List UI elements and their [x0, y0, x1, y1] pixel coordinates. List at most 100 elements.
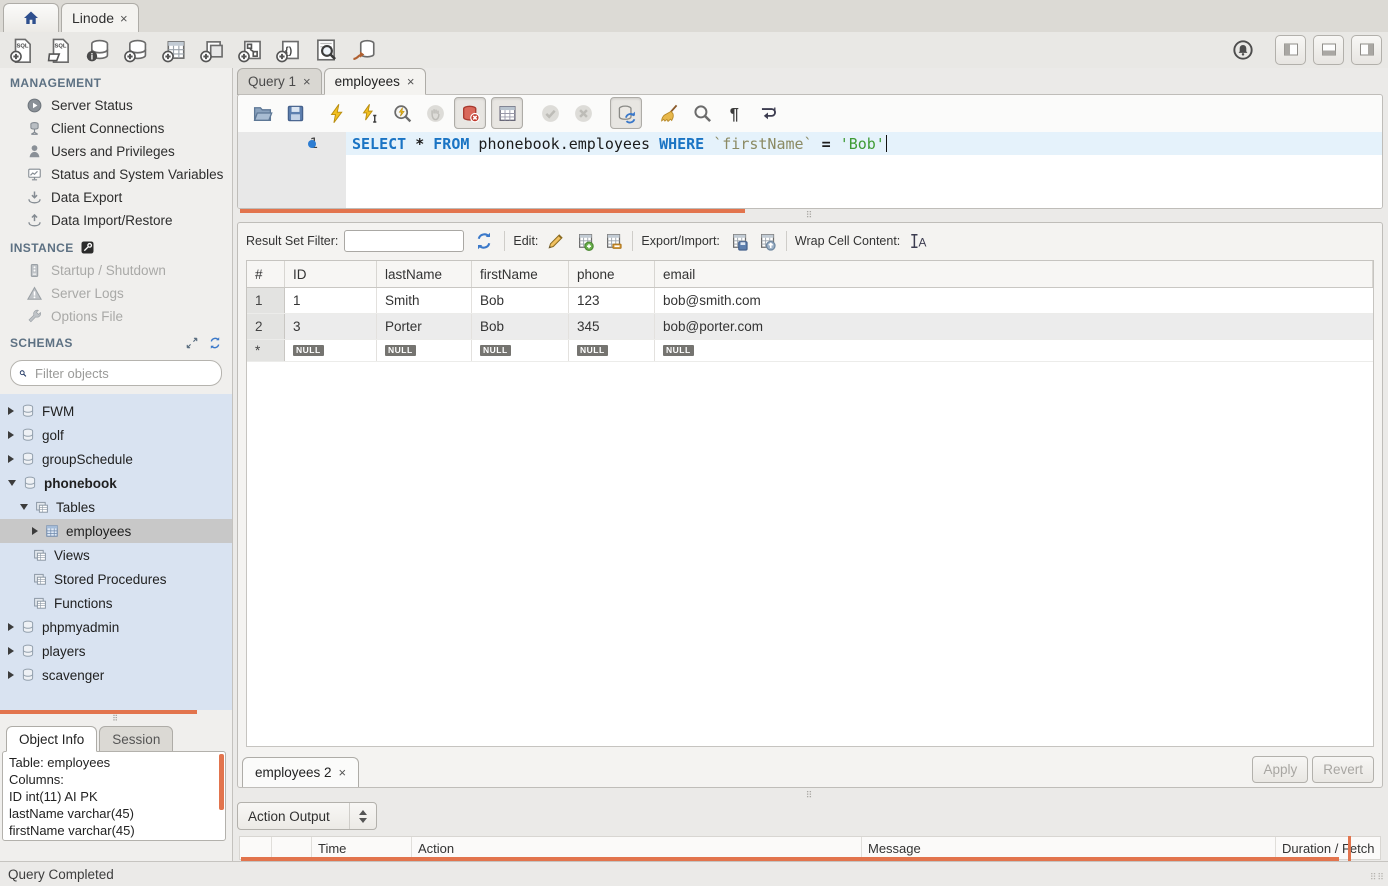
close-icon[interactable]: ×: [120, 11, 128, 26]
output-column-duration-fetch[interactable]: Duration / Fetch: [1276, 837, 1380, 859]
column-header-email[interactable]: email: [655, 261, 1373, 287]
tab-session[interactable]: Session: [99, 726, 173, 752]
new-row-placeholder[interactable]: *NULLNULLNULLNULLNULL: [247, 340, 1373, 362]
table-row[interactable]: 11SmithBob123bob@smith.com: [247, 288, 1373, 314]
tree-item-tables[interactable]: Tables: [0, 495, 232, 519]
sidebar-item-server-logs[interactable]: Server Logs: [0, 282, 232, 305]
bolt-cursor-button[interactable]: [355, 99, 383, 127]
connection-tab-linode[interactable]: Linode ×: [61, 3, 139, 32]
folder-open-button[interactable]: [248, 99, 276, 127]
bolt-button[interactable]: [322, 99, 350, 127]
table-plus-button[interactable]: [160, 37, 187, 64]
chevron-right-icon[interactable]: [8, 431, 14, 439]
tree-item-functions[interactable]: Functions: [0, 591, 232, 615]
tab-object-info[interactable]: Object Info: [6, 726, 97, 752]
column-header-lastname[interactable]: lastName: [377, 261, 472, 287]
output-column-action[interactable]: Action: [412, 837, 862, 859]
chevron-right-icon[interactable]: [8, 455, 14, 463]
grid-cell[interactable]: Bob: [472, 288, 569, 313]
grid-cell[interactable]: NULL: [285, 340, 377, 361]
column-header-phone[interactable]: phone: [569, 261, 655, 287]
apply-button[interactable]: Apply: [1252, 756, 1308, 783]
column-header-firstname[interactable]: firstName: [472, 261, 569, 287]
sidebar-item-client-connections[interactable]: Client Connections: [0, 117, 232, 140]
edit-record-button[interactable]: [544, 229, 568, 253]
expand-arrows-icon[interactable]: [185, 336, 199, 350]
table-row[interactable]: 23PorterBob345bob@porter.com: [247, 314, 1373, 340]
db-plus-button[interactable]: [122, 37, 149, 64]
sidebar-item-data-export[interactable]: Data Export: [0, 186, 232, 209]
sidebar-item-users-and-privileges[interactable]: Users and Privileges: [0, 140, 232, 163]
db-info-button[interactable]: i: [84, 37, 111, 64]
panel-left-toggle-button[interactable]: [1275, 35, 1306, 65]
result-set-tab[interactable]: employees 2 ×: [242, 757, 359, 787]
tree-item-golf[interactable]: golf: [0, 423, 232, 447]
sidebar-item-startup-shutdown[interactable]: Startup / Shutdown: [0, 259, 232, 282]
result-filter-input[interactable]: [344, 230, 464, 252]
sidebar-item-server-status[interactable]: Server Status: [0, 94, 232, 117]
tree-item-stored-procedures[interactable]: Stored Procedures: [0, 567, 232, 591]
add-row-button[interactable]: [572, 229, 596, 253]
function-plus-button[interactable]: {): [274, 37, 301, 64]
export-recordset-button[interactable]: [726, 229, 750, 253]
output-column-time[interactable]: Time: [312, 837, 412, 859]
object-info-scrollbar[interactable]: [219, 754, 224, 810]
open-sql-doc-button[interactable]: SQL: [46, 37, 73, 64]
grid-cell[interactable]: NULL: [655, 340, 1373, 361]
db-stop-button[interactable]: [454, 97, 486, 129]
grid-cell[interactable]: Porter: [377, 314, 472, 339]
wrap-arrow-button[interactable]: [754, 99, 782, 127]
refresh-results-button[interactable]: [472, 229, 496, 253]
grid-cell[interactable]: NULL: [472, 340, 569, 361]
grid-cell[interactable]: NULL: [377, 340, 472, 361]
chevron-down-icon[interactable]: [20, 504, 28, 510]
chevron-right-icon[interactable]: [8, 647, 14, 655]
query-tab-query-1[interactable]: Query 1×: [237, 68, 322, 95]
notifications-bell-icon[interactable]: [1232, 39, 1254, 61]
magnifier-bolt-button[interactable]: [388, 99, 416, 127]
new-sql-doc-button[interactable]: SQL: [8, 37, 35, 64]
stepper-icon[interactable]: [349, 803, 376, 829]
chevron-right-icon[interactable]: [8, 407, 14, 415]
procedure-plus-button[interactable]: [236, 37, 263, 64]
sql-statement[interactable]: SELECT * FROM phonebook.employees WHERE …: [352, 132, 887, 155]
db-reconnect-button[interactable]: [350, 37, 377, 64]
sidebar-item-data-import-restore[interactable]: Data Import/Restore: [0, 209, 232, 232]
grid-cell[interactable]: Bob: [472, 314, 569, 339]
close-icon[interactable]: ×: [407, 74, 415, 89]
limit-grid-button[interactable]: [491, 97, 523, 129]
output-column-blank-1[interactable]: [272, 837, 312, 859]
panel-bottom-toggle-button[interactable]: [1313, 35, 1344, 65]
pilcrow-button[interactable]: ¶: [721, 99, 749, 127]
grid-cell[interactable]: 1: [285, 288, 377, 313]
tree-item-views[interactable]: Views: [0, 543, 232, 567]
output-column-blank-0[interactable]: [240, 837, 272, 859]
view-plus-button[interactable]: [198, 37, 225, 64]
column-header-id[interactable]: ID: [285, 261, 377, 287]
chevron-right-icon[interactable]: [32, 527, 38, 535]
resize-grip[interactable]: ⠿⠿: [1370, 872, 1385, 883]
query-tab-employees[interactable]: employees×: [324, 68, 426, 95]
grid-cell[interactable]: NULL: [569, 340, 655, 361]
tree-item-scavenger[interactable]: scavenger: [0, 663, 232, 687]
magnifier-button[interactable]: [688, 99, 716, 127]
refresh-schemas-icon[interactable]: [208, 336, 222, 350]
output-selector[interactable]: Action Output: [237, 802, 377, 830]
grid-cell[interactable]: Smith: [377, 288, 472, 313]
column-header-rownum[interactable]: #: [247, 261, 285, 287]
tree-item-fwm[interactable]: FWM: [0, 399, 232, 423]
home-tab[interactable]: [3, 3, 59, 32]
sidebar-splitter[interactable]: ⠿: [0, 714, 232, 722]
grid-cell[interactable]: 123: [569, 288, 655, 313]
sidebar-item-status-and-system-variables[interactable]: Status and System Variables: [0, 163, 232, 186]
tree-item-phpmyadmin[interactable]: phpmyadmin: [0, 615, 232, 639]
grid-cell[interactable]: bob@smith.com: [655, 288, 1373, 313]
schema-filter-input[interactable]: [33, 365, 213, 382]
revert-button[interactable]: Revert: [1312, 756, 1374, 783]
grid-cell[interactable]: 3: [285, 314, 377, 339]
wrap-cell-button[interactable]: A: [906, 229, 930, 253]
broom-button[interactable]: [655, 99, 683, 127]
import-records-button[interactable]: [754, 229, 778, 253]
close-icon[interactable]: ×: [339, 765, 347, 780]
chevron-down-icon[interactable]: [8, 480, 16, 486]
